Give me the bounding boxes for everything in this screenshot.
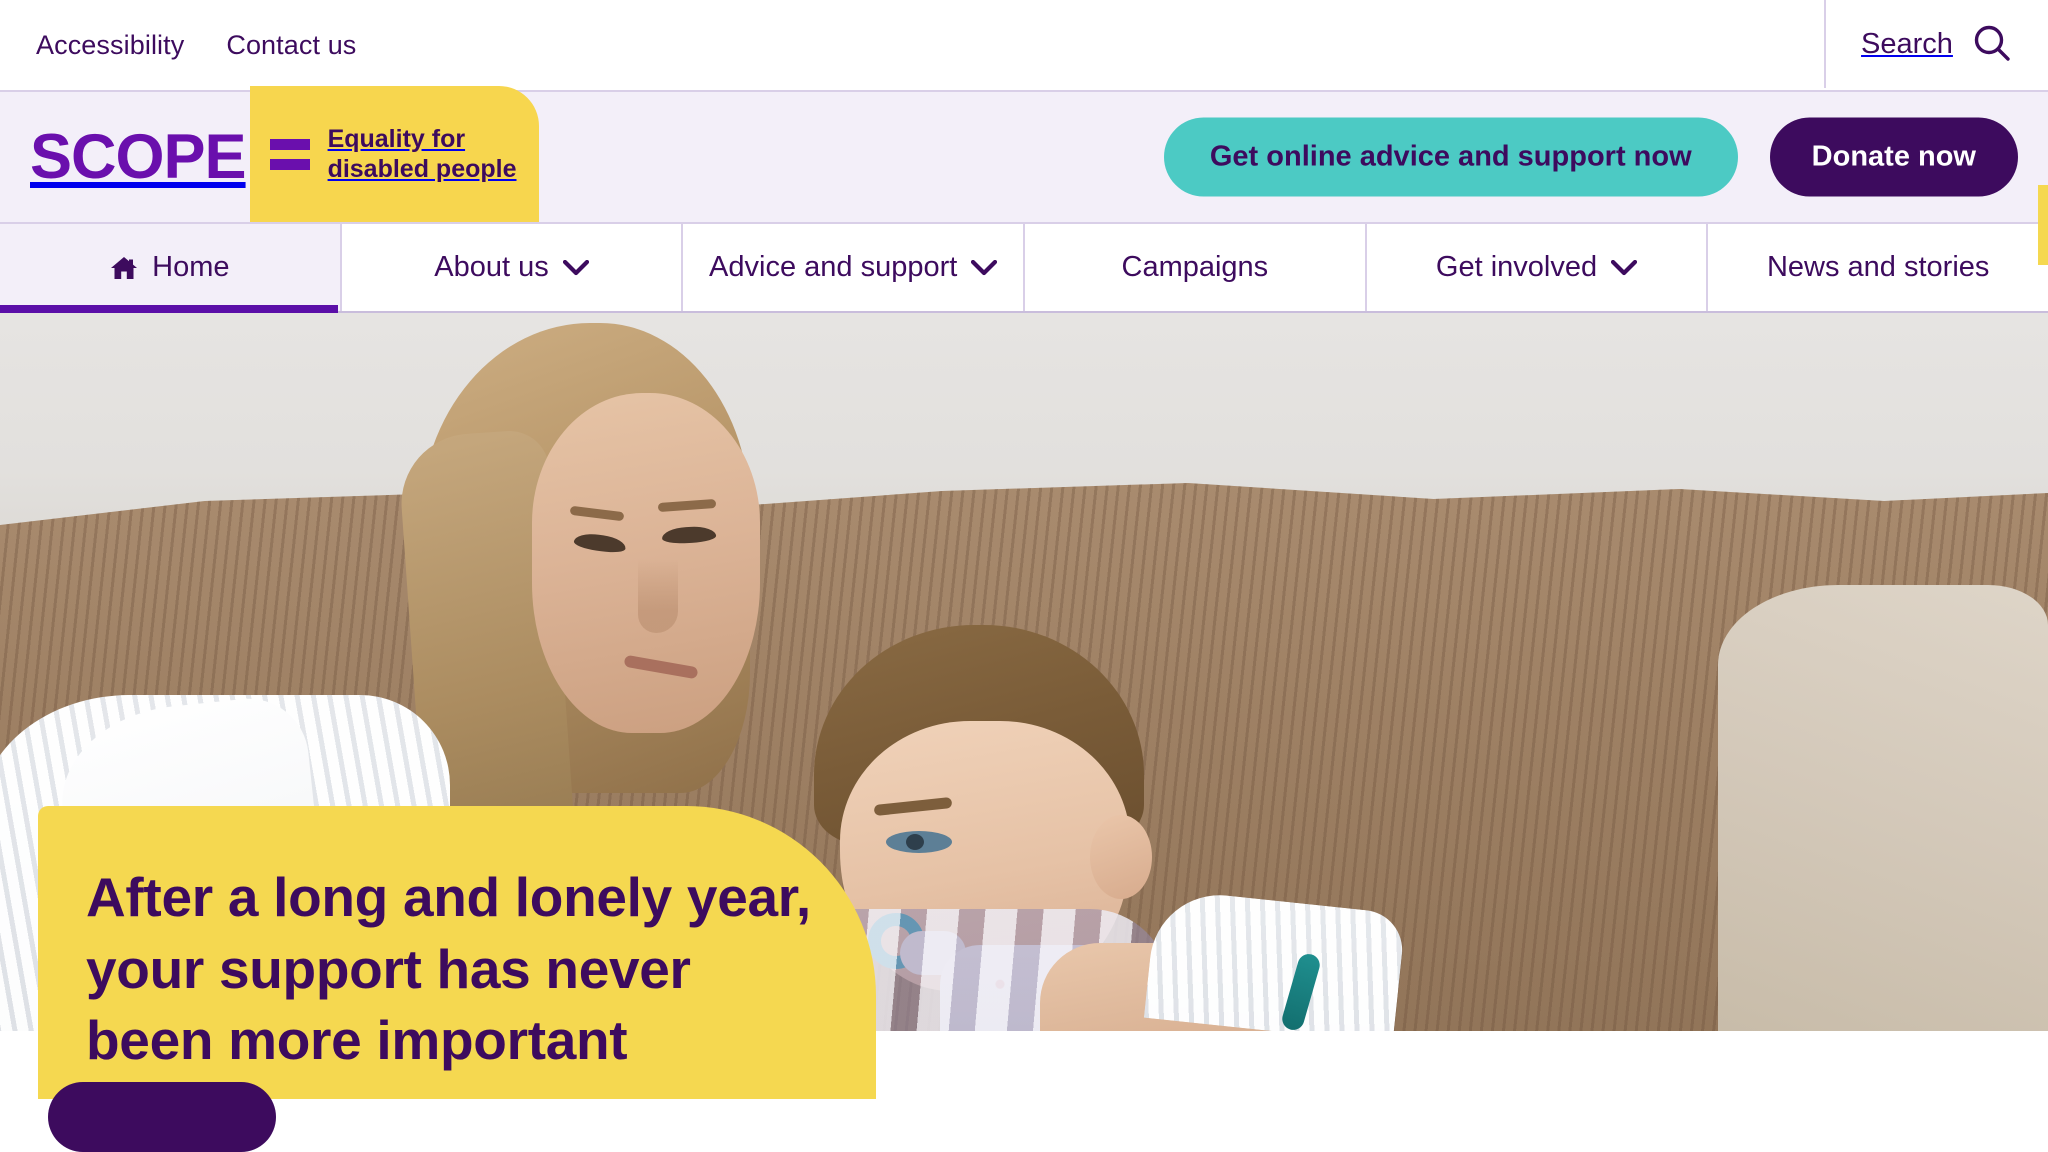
nav-item-campaigns[interactable]: Campaigns [1025,224,1367,311]
brand-actions: Get online advice and support now Donate… [1163,117,2018,197]
hero-cta-button[interactable] [48,1082,276,1152]
scope-logo[interactable]: SCOPE Equality for disabled people [0,86,539,222]
nav-item-get-involved[interactable]: Get involved [1366,224,1709,311]
nav-item-news-and-stories[interactable]: News and stories [1708,224,2048,311]
utility-links: Accessibility Contact us [0,30,356,61]
nav-label-campaigns: Campaigns [1121,251,1269,283]
robe-sleeve [1143,888,1407,1031]
nav-label-home: Home [152,251,230,283]
utility-bar: Accessibility Contact us Search [0,0,2048,92]
brand-band: SCOPE Equality for disabled people Get o… [0,86,2048,222]
get-online-advice-button[interactable]: Get online advice and support now [1163,117,1738,197]
search-button[interactable]: Search [1824,0,2048,88]
page-edge-accent [2038,185,2048,265]
chevron-down-icon [562,259,589,276]
nav-item-home[interactable]: Home [0,224,342,313]
search-label: Search [1861,27,1953,60]
logo-tagline-text: Equality for disabled people [327,124,517,184]
chevron-down-icon [1611,259,1638,276]
child-eye [886,831,952,853]
chevron-down-icon [971,259,998,276]
nav-label-news-and-stories: News and stories [1766,251,1990,283]
search-icon [1971,23,2013,65]
logo-tagline-tag: Equality for disabled people [249,86,539,222]
hero-title: After a long and lonely year, your suppo… [86,866,811,1071]
utility-link-accessibility[interactable]: Accessibility [36,30,184,61]
hero-text-card: After a long and lonely year, your suppo… [38,806,876,1122]
child-ear [1090,815,1152,899]
sofa-cushion [1718,585,2048,1031]
nav-item-about-us[interactable]: About us [341,224,684,311]
nav-label-get-involved: Get involved [1435,251,1598,283]
equals-icon [269,138,310,170]
nav-label-advice-and-support: Advice and support [709,251,958,283]
nav-item-advice-and-support[interactable]: Advice and support [683,224,1026,311]
donate-now-button[interactable]: Donate now [1769,117,2018,197]
main-navigation: Home About us Advice and support Campaig… [0,222,2048,313]
nav-label-about-us: About us [434,251,549,283]
woman-nose [638,559,678,633]
logo-wordmark: SCOPE [30,121,247,192]
utility-link-contact-us[interactable]: Contact us [226,30,356,61]
home-icon [110,254,138,282]
